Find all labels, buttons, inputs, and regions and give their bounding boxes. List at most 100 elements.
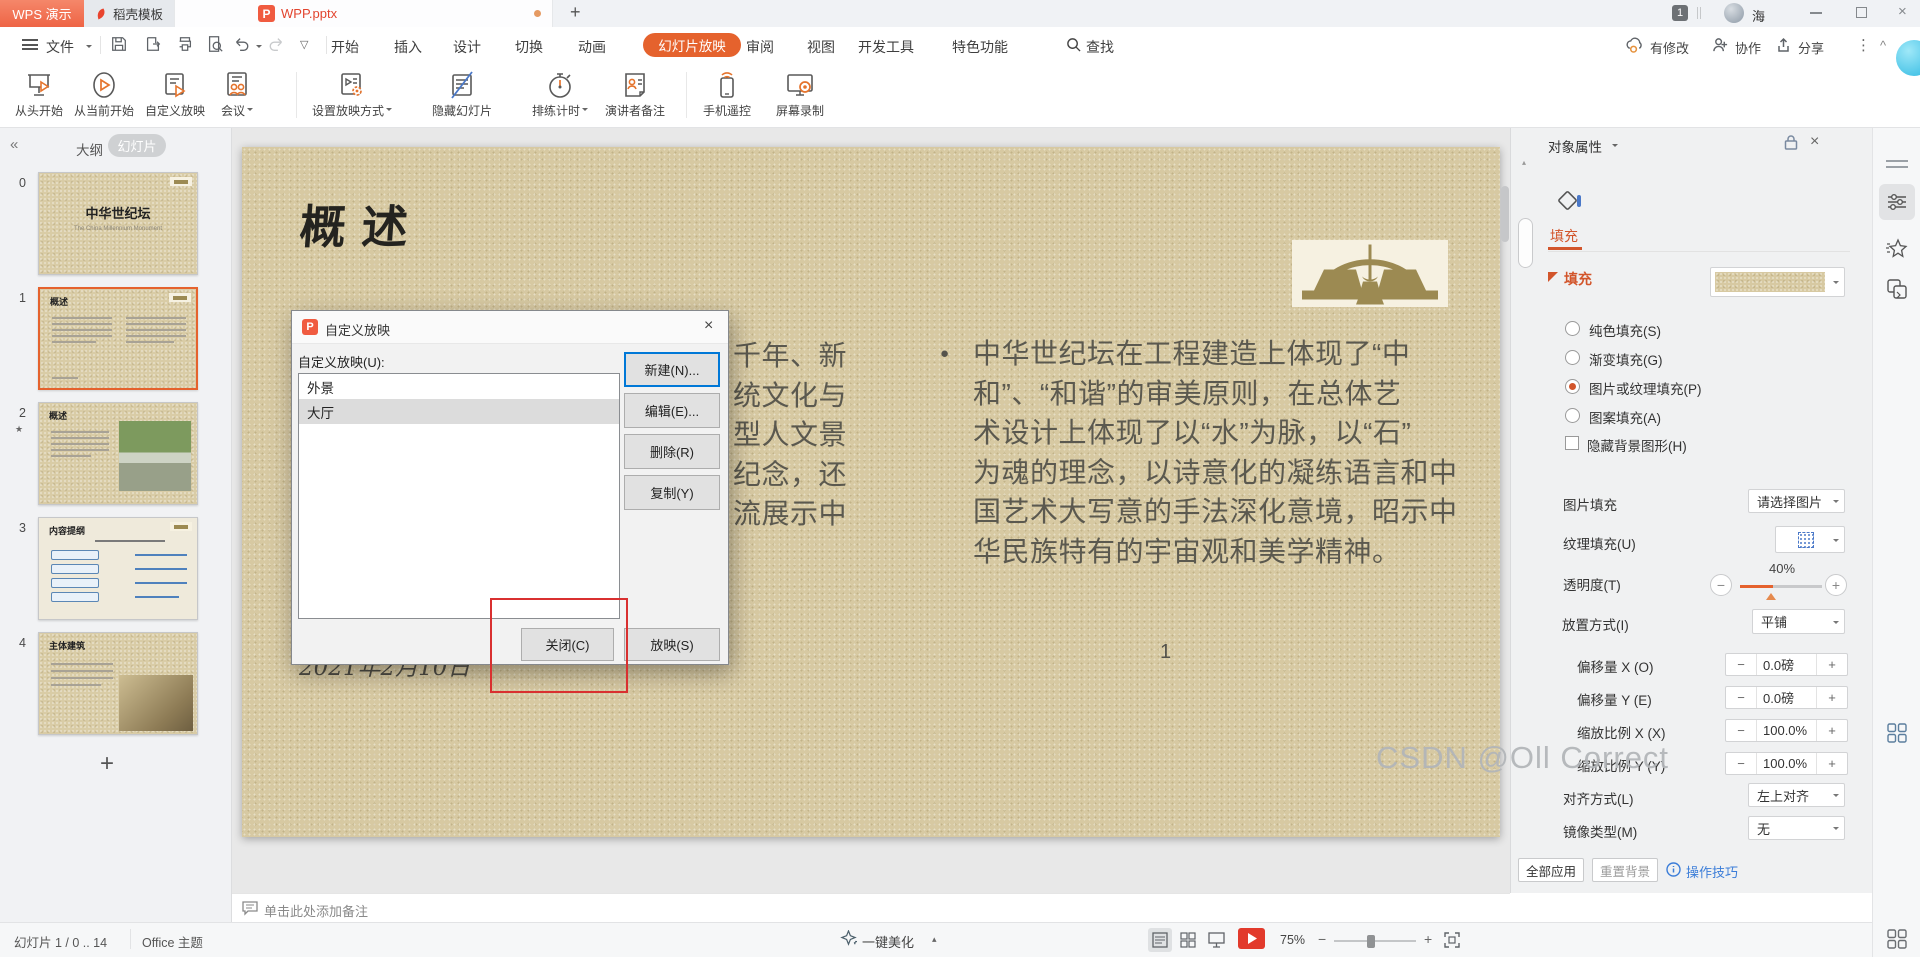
workspace-scrollbar[interactable] <box>1501 150 1509 890</box>
radio-gradient-fill[interactable] <box>1565 350 1580 365</box>
window-maximize-button[interactable] <box>1856 7 1867 18</box>
menu-insert[interactable]: 插入 <box>394 37 422 57</box>
zoom-in-button[interactable]: + <box>1424 931 1432 947</box>
share-icon[interactable] <box>1776 37 1792 53</box>
tab-fill[interactable]: 填充 <box>1550 226 1578 246</box>
new-tab-button[interactable]: + <box>570 2 581 23</box>
app-grid-icon[interactable] <box>1886 722 1908 744</box>
tab-slides-active[interactable]: 幻灯片 <box>108 134 166 157</box>
list-item-waijing[interactable]: 外景 <box>299 374 619 399</box>
undo-caret-icon[interactable] <box>256 45 262 51</box>
tab-template-store[interactable]: 稻壳模板 <box>84 0 174 27</box>
menu-slideshow-active[interactable]: 幻灯片放映 <box>643 33 741 57</box>
menu-find[interactable]: 查找 <box>1086 37 1114 57</box>
dialog-edit-button[interactable]: 编辑(E)... <box>624 393 720 428</box>
modified-status-label[interactable]: 有修改 <box>1650 38 1689 57</box>
thumbnail-slide-3[interactable]: 内容提纲 <box>38 517 198 620</box>
menu-file[interactable]: 文件 <box>46 37 74 57</box>
window-minimize-button[interactable] <box>1810 12 1822 14</box>
menu-view[interactable]: 视图 <box>807 37 835 57</box>
fill-section-header[interactable]: 填充 <box>1564 269 1592 289</box>
menu-devtools[interactable]: 开发工具 <box>858 37 914 57</box>
section-expand-icon[interactable] <box>1548 272 1558 282</box>
texture-fill-dropdown[interactable] <box>1775 526 1845 553</box>
setup-show-button[interactable]: 设置放映方式 <box>307 66 397 124</box>
hide-slide-button[interactable]: 隐藏幻灯片 <box>417 66 507 124</box>
rail-properties-button-active[interactable] <box>1879 184 1915 220</box>
transparency-slider-track[interactable] <box>1740 585 1822 588</box>
properties-title-caret-icon[interactable] <box>1612 144 1618 150</box>
custom-show-listbox[interactable]: 外景 大厅 <box>298 373 620 619</box>
transparency-minus-button[interactable]: − <box>1710 574 1732 596</box>
rail-handle-icon[interactable] <box>1886 160 1908 168</box>
minus-icon[interactable]: − <box>1726 753 1756 774</box>
more-options-icon[interactable]: ⋮ <box>1856 36 1871 54</box>
meeting-button[interactable]: 会议 <box>192 66 282 124</box>
menu-home[interactable]: 开始 <box>331 37 359 57</box>
thumbnail-slide-2[interactable]: 概述 <box>38 402 198 505</box>
align-dropdown[interactable]: 左上对齐 <box>1748 783 1845 807</box>
cloud-sync-icon[interactable] <box>1625 36 1644 53</box>
theme-name[interactable]: Office 主题 <box>142 932 203 951</box>
collaborate-icon[interactable] <box>1712 37 1729 53</box>
dialog-delete-button[interactable]: 删除(R) <box>624 434 720 469</box>
collapse-ribbon-icon[interactable]: ^ <box>1880 38 1886 53</box>
radio-picture-texture-fill-selected[interactable] <box>1565 379 1580 394</box>
share-label[interactable]: 分享 <box>1798 38 1824 57</box>
offset-x-value[interactable]: 0.0磅 <box>1756 654 1817 675</box>
thumbnail-slide-4[interactable]: 主体建筑 <box>38 632 198 735</box>
offset-y-value[interactable]: 0.0磅 <box>1756 687 1817 708</box>
minus-icon[interactable]: − <box>1726 720 1756 741</box>
panel-close-icon[interactable]: × <box>1810 133 1819 151</box>
menu-review[interactable]: 审阅 <box>746 37 774 57</box>
offset-x-stepper[interactable]: −0.0磅 + <box>1725 653 1848 676</box>
scale-x-value[interactable]: 100.0% <box>1756 720 1817 741</box>
minus-icon[interactable]: − <box>1726 654 1756 675</box>
tab-outline[interactable]: 大纲 <box>76 139 103 159</box>
minus-icon[interactable]: − <box>1726 687 1756 708</box>
plus-icon[interactable]: + <box>1817 654 1847 675</box>
panel-scrollbar-thumb[interactable] <box>1518 218 1533 268</box>
zoom-level[interactable]: 75% <box>1280 933 1305 947</box>
transparency-slider-handle[interactable] <box>1766 588 1776 600</box>
speaker-notes-button[interactable]: 演讲者备注 <box>590 66 680 124</box>
dialog-copy-button[interactable]: 复制(Y) <box>624 475 720 510</box>
offset-y-stepper[interactable]: −0.0磅 + <box>1725 686 1848 709</box>
pin-lock-icon[interactable] <box>1783 134 1799 151</box>
checkbox-hide-background[interactable] <box>1565 436 1579 450</box>
collaborate-label[interactable]: 协作 <box>1735 38 1761 57</box>
window-close-button[interactable]: × <box>1898 3 1907 20</box>
zoom-slider-track[interactable] <box>1334 940 1416 942</box>
message-count-badge[interactable]: 1 <box>1672 5 1688 21</box>
workspace-grid-icon[interactable] <box>1886 928 1908 950</box>
search-icon[interactable] <box>1066 37 1081 52</box>
scrollbar-thumb[interactable] <box>1501 186 1509 242</box>
picture-fill-dropdown[interactable]: 请选择图片 <box>1748 489 1845 513</box>
thumbnail-slide-1-selected[interactable]: 概述 <box>38 287 198 390</box>
quickbar-more-icon[interactable]: ▽ <box>300 38 308 51</box>
zoom-out-button[interactable]: − <box>1318 931 1326 947</box>
thumbnail-slide-0[interactable]: 中华世纪坛 The China Millennium Monument <box>38 172 198 275</box>
play-slideshow-button[interactable] <box>1238 928 1265 949</box>
notes-bar[interactable]: 单击此处添加备注 <box>232 893 1510 922</box>
fill-preview-dropdown[interactable] <box>1710 267 1845 297</box>
screen-record-button[interactable]: 屏幕录制 <box>755 66 845 124</box>
list-item-dating-selected[interactable]: 大厅 <box>299 399 619 424</box>
placement-dropdown[interactable]: 平铺 <box>1752 609 1845 634</box>
scale-x-stepper[interactable]: −100.0% + <box>1725 719 1848 742</box>
apply-all-button[interactable]: 全部应用 <box>1518 858 1584 882</box>
transparency-plus-button[interactable]: + <box>1825 574 1847 596</box>
user-avatar[interactable] <box>1724 3 1744 23</box>
mirror-dropdown[interactable]: 无 <box>1748 816 1845 840</box>
tab-document[interactable]: P WPP.pptx <box>174 0 553 27</box>
redo-icon[interactable] <box>268 35 286 53</box>
plus-icon[interactable]: + <box>1817 720 1847 741</box>
tips-link[interactable]: 操作技巧 <box>1686 862 1738 881</box>
menu-animation[interactable]: 动画 <box>578 37 606 57</box>
dialog-show-button[interactable]: 放映(S) <box>624 628 720 661</box>
scale-y-value[interactable]: 100.0% <box>1756 753 1817 774</box>
export-icon[interactable] <box>144 35 162 53</box>
effects-star-icon[interactable] <box>1886 238 1908 260</box>
zoom-slider-handle[interactable] <box>1367 935 1375 948</box>
collapse-panel-button[interactable]: « <box>10 136 18 153</box>
